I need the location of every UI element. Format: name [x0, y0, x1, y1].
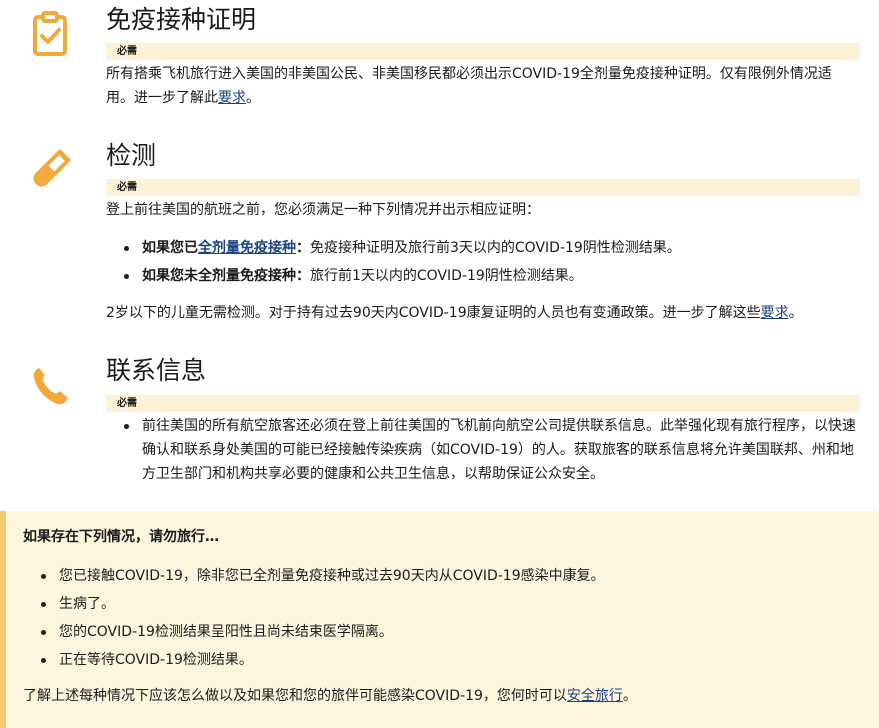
testing-requirements-link[interactable]: 要求	[761, 305, 789, 321]
list-item: 前往美国的所有航空旅客还必须在登上前往美国的飞机前向航空公司提供联系信息。此举强…	[106, 414, 858, 486]
vaccination-text-end: 。	[246, 90, 260, 106]
testing-note: 2岁以下的儿童无需检测。对于持有过去90天内COVID-19康复证明的人员也有变…	[106, 301, 858, 325]
required-badge: 必需	[106, 43, 860, 60]
list-item: 如果您未全剂量免疫接种：旅行前1天以内的COVID-19阴性检测结果。	[106, 264, 858, 288]
list-item: 您已接触COVID-19，除非您已全剂量免疫接种或过去90天内从COVID-19…	[23, 562, 863, 590]
list-item: 正在等待COVID-19检测结果。	[23, 646, 863, 674]
page-title-testing: 检测	[106, 141, 157, 170]
required-badge: 必需	[106, 179, 860, 196]
testing-item-1-text: 免疫接种证明及旅行前3天以内的COVID-19阴性检测结果。	[310, 240, 681, 256]
vaccination-text-body: 所有搭乘飞机旅行进入美国的非美国公民、非美国移民都必须出示COVID-19全剂量…	[106, 66, 832, 106]
testing-note-body: 2岁以下的儿童无需检测。对于持有过去90天内COVID-19康复证明的人员也有变…	[106, 305, 761, 321]
clipboard-check-icon	[26, 10, 74, 58]
safe-travel-link[interactable]: 安全旅行	[567, 688, 623, 704]
testing-note-end: 。	[788, 305, 803, 321]
page-title-contact: 联系信息	[106, 356, 207, 385]
alert-title: 如果存在下列情况，请勿旅行…	[23, 529, 219, 545]
contact-list: 前往美国的所有航空旅客还必须在登上前往美国的飞机前向航空公司提供联系信息。此举强…	[106, 414, 858, 486]
required-badge: 必需	[106, 395, 860, 412]
alert-footer-text: 了解上述每种情况下应该怎么做以及如果您和您的旅伴可能感染COVID-19，您何时…	[23, 688, 567, 704]
list-item: 生病了。	[23, 590, 863, 618]
list-item: 您的COVID-19检测结果呈阳性且尚未结束医学隔离。	[23, 618, 863, 646]
phone-icon	[26, 362, 74, 410]
testing-item-1-colon: ：	[296, 240, 310, 256]
list-item: 如果您已全剂量免疫接种：免疫接种证明及旅行前3天以内的COVID-19阴性检测结…	[106, 236, 858, 260]
vaccination-requirements-link[interactable]: 要求	[218, 90, 246, 106]
testing-intro: 登上前往美国的航班之前，您必须满足一种下列情况并出示相应证明：	[106, 202, 540, 218]
test-tube-icon	[26, 146, 74, 194]
testing-item-2-text: 旅行前1天以内的COVID-19阴性检测结果。	[310, 268, 583, 284]
testing-item-2-bold: 如果您未全剂量免疫接种：	[142, 268, 310, 284]
alert-footer: 了解上述每种情况下应该怎么做以及如果您和您的旅伴可能感染COVID-19，您何时…	[23, 684, 863, 708]
alert-footer-end: 。	[622, 688, 637, 704]
page-title-vaccination: 免疫接种证明	[106, 5, 257, 34]
do-not-travel-alert: 如果存在下列情况，请勿旅行… 您已接触COVID-19，除非您已全剂量免疫接种或…	[0, 511, 879, 728]
alert-list: 您已接触COVID-19，除非您已全剂量免疫接种或过去90天内从COVID-19…	[23, 562, 863, 674]
vaccination-text: 所有搭乘飞机旅行进入美国的非美国公民、非美国移民都必须出示COVID-19全剂量…	[106, 62, 858, 110]
fully-vaccinated-link[interactable]: 全剂量免疫接种	[198, 240, 296, 256]
testing-item-1-bold: 如果您已	[142, 240, 198, 256]
testing-list: 如果您已全剂量免疫接种：免疫接种证明及旅行前3天以内的COVID-19阴性检测结…	[106, 236, 858, 288]
